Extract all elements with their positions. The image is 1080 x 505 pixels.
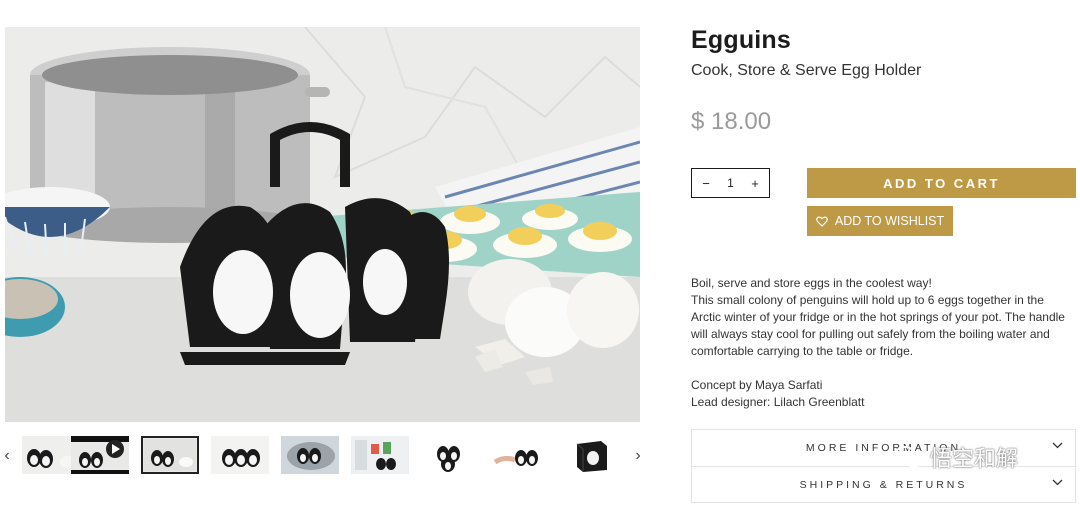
chevron-down-icon [1052,479,1063,486]
description-line-1: Boil, serve and store eggs in the cooles… [691,276,932,290]
product-price: $ 18.00 [691,108,772,135]
thumbnail-prev-arrow[interactable]: ‹ [0,430,14,482]
accordion-more-information-label: MORE INFORMATION [805,442,962,454]
product-info-panel: Egguins Cook, Store & Serve Egg Holder $… [691,0,1076,505]
thumbnail-3-image [141,436,199,474]
add-to-wishlist-button[interactable]: ADD TO WISHLIST [807,206,953,236]
chevron-down-icon [1052,442,1063,449]
credit-lead-designer: Lead designer: Lilach Greenblatt [691,395,865,409]
thumbnail-9-box[interactable] [561,436,619,474]
quantity-decrease-button[interactable]: − [700,176,712,191]
thumbnail-8[interactable] [491,436,549,474]
thumbnail-8-image [491,436,549,474]
quantity-stepper: − + [691,168,770,198]
thumbnail-5[interactable] [281,436,339,474]
product-subtitle: Cook, Store & Serve Egg Holder [691,62,922,79]
product-description: Boil, serve and store eggs in the cooles… [691,275,1076,360]
thumbnail-2-image [71,436,129,474]
thumbnail-6-image [351,436,409,474]
heart-icon [816,216,828,227]
quantity-increase-button[interactable]: + [749,176,761,191]
thumbnail-7[interactable] [421,436,479,474]
thumbnail-next-arrow[interactable]: › [631,430,645,482]
product-title: Egguins [691,26,792,54]
thumbnail-6[interactable] [351,436,409,474]
thumbnail-strip: ‹ › [0,430,650,482]
product-credits: Concept by Maya Sarfati Lead designer: L… [691,377,864,411]
description-line-2: This small colony of penguins will hold … [691,293,1065,358]
thumbnail-9-image [561,436,619,474]
accordion-shipping-returns-label: SHIPPING & RETURNS [799,478,968,491]
product-photo [5,27,640,422]
add-to-cart-button[interactable]: ADD TO CART [807,168,1076,198]
accordion-more-information[interactable]: MORE INFORMATION [691,429,1076,466]
accordion-shipping-returns[interactable]: SHIPPING & RETURNS [691,466,1076,503]
product-accordion: MORE INFORMATION SHIPPING & RETURNS [691,429,1076,503]
thumbnail-2-video[interactable] [71,436,129,474]
thumbnail-7-image [421,436,479,474]
quantity-input[interactable] [715,176,746,190]
thumbnail-3[interactable] [141,436,199,474]
thumbnail-4-image [211,436,269,474]
thumbnail-5-image [281,436,339,474]
thumbnail-4[interactable] [211,436,269,474]
product-main-image[interactable] [5,27,640,422]
credit-concept: Concept by Maya Sarfati [691,378,823,392]
add-to-wishlist-label: ADD TO WISHLIST [834,214,945,228]
